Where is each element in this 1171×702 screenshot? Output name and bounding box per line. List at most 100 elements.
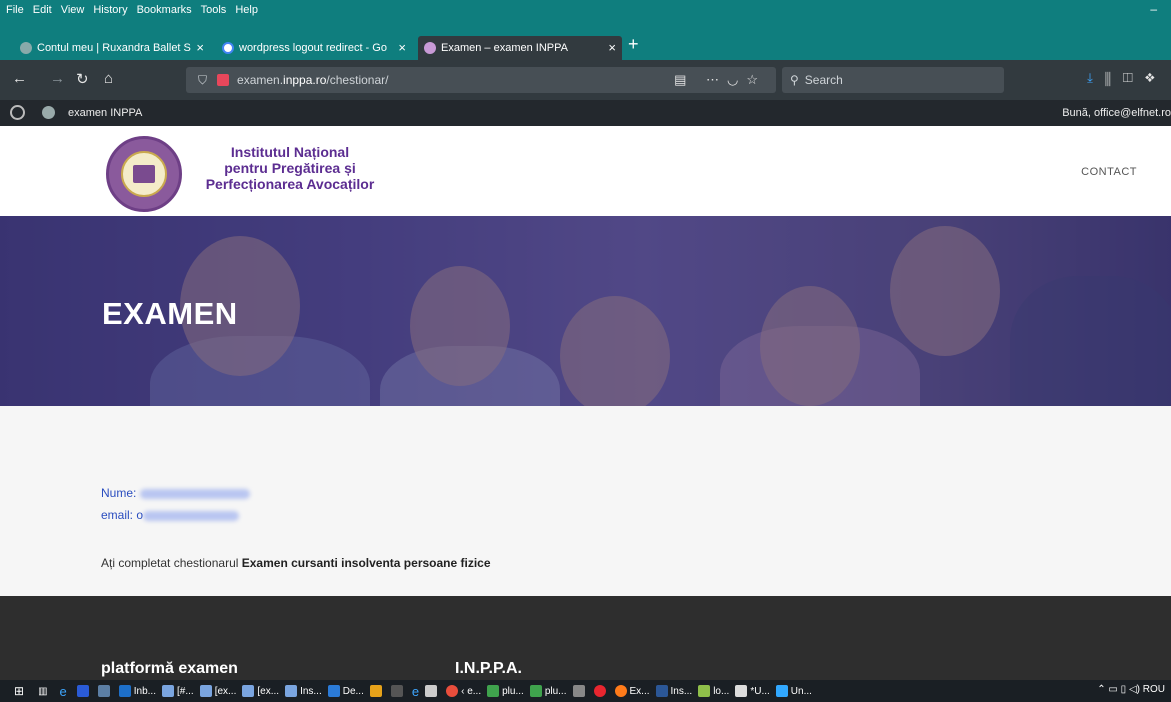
- edge-icon[interactable]: e: [412, 684, 419, 699]
- search-box[interactable]: ⚲ Search: [782, 67, 1004, 93]
- taskbar-item[interactable]: Ex...: [614, 685, 650, 697]
- tracking-shield-icon[interactable]: ⛉: [198, 73, 207, 88]
- close-icon[interactable]: ×: [608, 40, 616, 55]
- google-icon: [222, 42, 234, 54]
- menu-bar: File Edit View History Bookmarks Tools H…: [0, 0, 1171, 20]
- battery-icon[interactable]: ▭: [1108, 684, 1117, 695]
- inppa-logo[interactable]: [106, 136, 182, 212]
- book-icon: [133, 165, 155, 183]
- home-icon[interactable]: ⌂: [104, 70, 113, 87]
- save-icon[interactable]: [425, 685, 440, 697]
- taskbar-item[interactable]: Ins...: [655, 685, 693, 697]
- taskbar-item[interactable]: ‹ e...: [446, 685, 481, 697]
- tab-google-search[interactable]: wordpress logout redirect - Go ×: [216, 36, 412, 60]
- name-value-redacted: [140, 488, 251, 499]
- close-icon[interactable]: ×: [398, 40, 406, 55]
- network-icon[interactable]: ▯: [1121, 684, 1127, 695]
- taskbar-item[interactable]: Un...: [775, 685, 812, 697]
- taskbar-item[interactable]: De...: [327, 685, 364, 697]
- site-header: Institutul Național pentru Pregătirea și…: [0, 126, 1171, 216]
- taskbar-item[interactable]: [ex...: [199, 685, 237, 697]
- new-tab-button[interactable]: +: [628, 34, 639, 55]
- inppa-favicon-icon: [424, 42, 436, 54]
- system-tray: ⌃ ▭ ▯ ◁) ROU: [1097, 684, 1165, 695]
- site-footer: platformă examen I.N.P.P.A.: [0, 596, 1171, 680]
- tab-label: Contul meu | Ruxandra Ballet S: [37, 42, 191, 54]
- taskbar-item[interactable]: plu...: [487, 685, 524, 697]
- windows-start-icon[interactable]: ⊞: [14, 684, 24, 698]
- address-bar-actions: ▤ ⋯◡☆: [674, 72, 766, 88]
- taskbar-item[interactable]: plu...: [529, 685, 567, 697]
- sidebar-icon[interactable]: ◫: [1123, 70, 1145, 85]
- windows-taskbar: ⊞ ▥ e Inb... [#... [ex... [ex... Ins... …: [0, 680, 1171, 702]
- taskbar-item[interactable]: lo...: [698, 685, 729, 697]
- email-field: email: o: [101, 508, 240, 522]
- search-icon: ⚲: [790, 73, 799, 87]
- completion-message-text: Ați completat chestionarul: [101, 556, 239, 570]
- network-tool-icon[interactable]: [572, 685, 588, 697]
- cmd-icon[interactable]: [390, 685, 406, 697]
- bookmark-star-icon[interactable]: ☆: [746, 72, 766, 87]
- taskbar-item-label: ‹ e...: [461, 685, 482, 697]
- taskbar-item-label: *U...: [750, 685, 770, 697]
- minimize-button[interactable]: –: [1150, 2, 1157, 16]
- questionnaire-name: Examen cursanti insolventa persoane fizi…: [241, 556, 491, 570]
- forward-arrow-icon[interactable]: →: [50, 70, 65, 87]
- tab-examen[interactable]: Examen – examen INPPA ×: [418, 36, 622, 60]
- taskbar-item[interactable]: Ins...: [285, 685, 322, 697]
- menu-history[interactable]: History: [93, 4, 127, 16]
- taskbar-app-v-icon[interactable]: [76, 685, 92, 697]
- ie-icon[interactable]: e: [60, 684, 67, 699]
- taskbar-app-icon[interactable]: [97, 685, 113, 697]
- page-actions-icon[interactable]: ⋯: [706, 72, 727, 87]
- url-domain: inppa.ro: [283, 73, 327, 87]
- menu-edit[interactable]: Edit: [33, 4, 52, 16]
- wordpress-logo-icon[interactable]: [10, 105, 25, 120]
- library-icon[interactable]: ⫼: [1105, 70, 1123, 85]
- reload-icon[interactable]: ↻: [76, 70, 89, 88]
- chevron-up-icon[interactable]: ⌃: [1097, 684, 1105, 695]
- pocket-icon[interactable]: ◡: [727, 72, 746, 87]
- taskbar-item[interactable]: [#...: [162, 685, 194, 697]
- task-view-icon[interactable]: ▥: [38, 686, 47, 697]
- footer-title-inppa: I.N.P.P.A.: [455, 660, 522, 677]
- taskbar-item[interactable]: [ex...: [242, 685, 279, 697]
- taskbar-item-label: [ex...: [214, 685, 237, 697]
- admin-site-link[interactable]: examen INPPA: [68, 107, 142, 119]
- taskbar-item-label: plu...: [502, 685, 524, 697]
- menu-bookmarks[interactable]: Bookmarks: [137, 4, 192, 16]
- admin-user-greeting[interactable]: Bună, office@elfnet.ro: [1062, 107, 1171, 119]
- email-value-start: o: [136, 508, 144, 522]
- taskbar-item-label: lo...: [713, 685, 730, 697]
- taskbar-item-label: [ex...: [257, 685, 280, 697]
- menu-help[interactable]: Help: [235, 4, 258, 16]
- tab-contul-meu[interactable]: Contul meu | Ruxandra Ballet S ×: [14, 36, 210, 60]
- download-icon[interactable]: ⤓: [1087, 70, 1105, 85]
- logo-seal: [121, 151, 167, 197]
- tab-label: wordpress logout redirect - Go: [239, 42, 387, 54]
- input-language[interactable]: ROU: [1143, 684, 1165, 695]
- email-label: email:: [101, 508, 134, 522]
- tab-strip: Contul meu | Ruxandra Ballet S × wordpre…: [0, 20, 1171, 60]
- hero-title: EXAMEN: [102, 296, 238, 331]
- back-arrow-icon[interactable]: ←: [12, 70, 27, 87]
- volume-icon[interactable]: ◁): [1129, 684, 1140, 695]
- menu-tools[interactable]: Tools: [201, 4, 227, 16]
- insecure-lock-icon[interactable]: [217, 74, 230, 86]
- menu-file[interactable]: File: [6, 4, 24, 16]
- reader-view-icon[interactable]: ▤: [674, 72, 694, 87]
- site-icon[interactable]: [42, 106, 55, 119]
- taskbar-item[interactable]: Inb...: [118, 685, 156, 697]
- taskbar-item[interactable]: *U...: [735, 685, 770, 697]
- brand-name[interactable]: Institutul Național pentru Pregătirea și…: [190, 144, 390, 192]
- address-bar[interactable]: ⛉ examen. inppa.ro/chestionar/ ▤ ⋯◡☆: [186, 67, 776, 93]
- hero-banner: EXAMEN: [0, 216, 1171, 406]
- taskbar-app-icon[interactable]: [369, 685, 385, 697]
- taskbar-item-label: Ins...: [670, 685, 693, 697]
- nav-contact-link[interactable]: CONTACT: [1081, 166, 1137, 178]
- extension-icon[interactable]: ❖: [1145, 70, 1167, 85]
- opera-icon[interactable]: [593, 685, 609, 697]
- menu-view[interactable]: View: [61, 4, 85, 16]
- site-favicon-icon: [20, 42, 32, 54]
- close-icon[interactable]: ×: [196, 40, 204, 55]
